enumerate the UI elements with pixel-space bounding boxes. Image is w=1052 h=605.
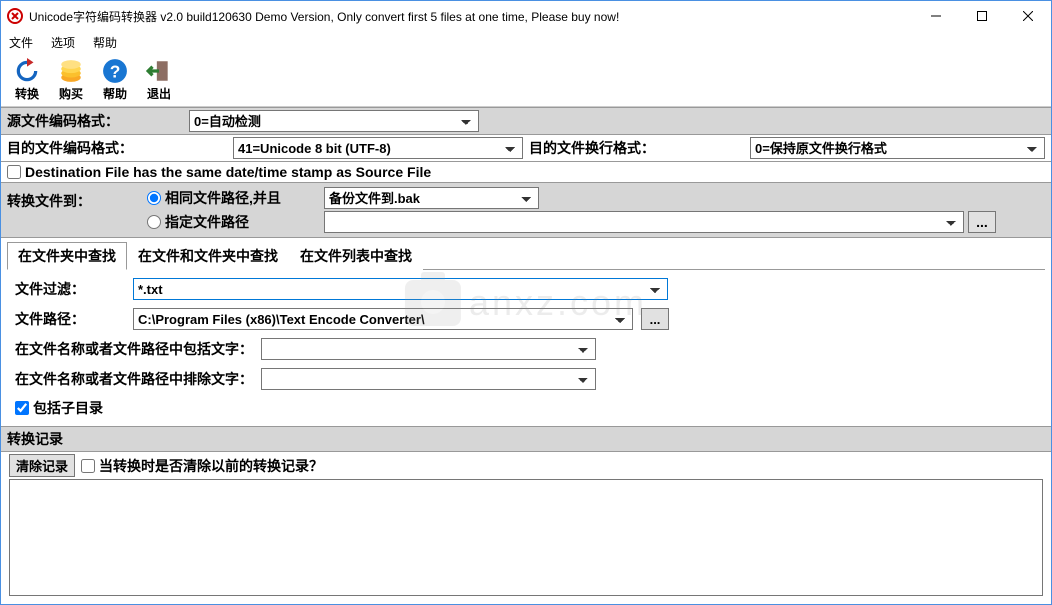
records-toolbar: 清除记录 当转换时是否清除以前的转换记录？ <box>1 452 1051 479</box>
buy-button[interactable]: 购买 <box>53 57 89 102</box>
dest-encoding-label: 目的文件编码格式： <box>7 138 227 158</box>
clear-on-convert-checkbox[interactable]: 当转换时是否清除以前的转换记录？ <box>81 456 323 476</box>
close-button[interactable] <box>1005 1 1051 31</box>
radio-same-path[interactable] <box>147 191 161 205</box>
include-text-label: 在文件名称或者文件路径中包括文字： <box>15 339 253 359</box>
clear-records-button[interactable]: 清除记录 <box>9 454 75 477</box>
dest-lineend-label: 目的文件换行格式： <box>529 138 744 158</box>
filter-label: 文件过滤： <box>15 279 125 299</box>
tab-bar: 在文件夹中查找 在文件和文件夹中查找 在文件列表中查找 <box>7 241 1045 270</box>
source-encoding-label: 源文件编码格式： <box>7 111 189 131</box>
window-title: Unicode字符编码转换器 v2.0 build120630 Demo Ver… <box>29 8 913 25</box>
path-label: 文件路径： <box>15 309 125 329</box>
maximize-button[interactable] <box>959 1 1005 31</box>
filter-panel: 文件过滤： *.txt 文件路径： C:\Program Files (x86)… <box>1 270 1051 426</box>
source-encoding-select[interactable]: 0=自动检测 <box>189 110 479 132</box>
dest-encoding-select[interactable]: 41=Unicode 8 bit (UTF-8) <box>233 137 523 159</box>
tab-file-list[interactable]: 在文件列表中查找 <box>289 242 423 270</box>
browse-path-button[interactable]: ... <box>641 308 669 330</box>
specify-path-select[interactable] <box>324 211 964 233</box>
help-button[interactable]: ? 帮助 <box>97 57 133 102</box>
include-text-select[interactable] <box>261 338 596 360</box>
file-path-select[interactable]: C:\Program Files (x86)\Text Encode Conve… <box>133 308 633 330</box>
convert-button[interactable]: 转换 <box>9 57 45 102</box>
help-icon: ? <box>101 57 129 85</box>
exit-icon <box>145 57 173 85</box>
file-filter-select[interactable]: *.txt <box>133 278 668 300</box>
menu-help[interactable]: 帮助 <box>89 32 121 53</box>
app-icon <box>7 8 23 24</box>
menu-options[interactable]: 选项 <box>47 32 79 53</box>
exclude-text-label: 在文件名称或者文件路径中排除文字： <box>15 369 253 389</box>
coins-icon <box>57 57 85 85</box>
tab-files-folders[interactable]: 在文件和文件夹中查找 <box>127 242 289 270</box>
convert-to-section: 转换文件到： 相同文件路径,并且 备份文件到.bak 指定文件路径 ... <box>1 182 1051 238</box>
minimize-button[interactable] <box>913 1 959 31</box>
convert-to-label: 转换文件到： <box>7 187 147 211</box>
records-list[interactable] <box>9 479 1043 596</box>
same-date-row: Destination File has the same date/time … <box>1 162 1051 182</box>
records-header: 转换记录 <box>1 426 1051 452</box>
exit-button[interactable]: 退出 <box>141 57 177 102</box>
source-encoding-row: 源文件编码格式： 0=自动检测 <box>1 107 1051 135</box>
radio-specify-path[interactable] <box>147 215 161 229</box>
toolbar: 转换 购买 ? 帮助 退出 <box>1 53 1051 107</box>
refresh-icon <box>13 57 41 85</box>
tab-folder[interactable]: 在文件夹中查找 <box>7 242 127 270</box>
dest-encoding-row: 目的文件编码格式： 41=Unicode 8 bit (UTF-8) 目的文件换… <box>1 135 1051 162</box>
backup-select[interactable]: 备份文件到.bak <box>324 187 539 209</box>
titlebar: Unicode字符编码转换器 v2.0 build120630 Demo Ver… <box>1 1 1051 31</box>
browse-dest-button[interactable]: ... <box>968 211 996 233</box>
include-subdir-checkbox[interactable]: 包括子目录 <box>15 398 1037 418</box>
exclude-text-select[interactable] <box>261 368 596 390</box>
svg-text:?: ? <box>110 62 121 82</box>
menu-file[interactable]: 文件 <box>5 32 37 53</box>
same-date-checkbox[interactable]: Destination File has the same date/time … <box>7 164 431 180</box>
dest-lineend-select[interactable]: 0=保持原文件换行格式 <box>750 137 1045 159</box>
menubar: 文件 选项 帮助 <box>1 31 1051 53</box>
